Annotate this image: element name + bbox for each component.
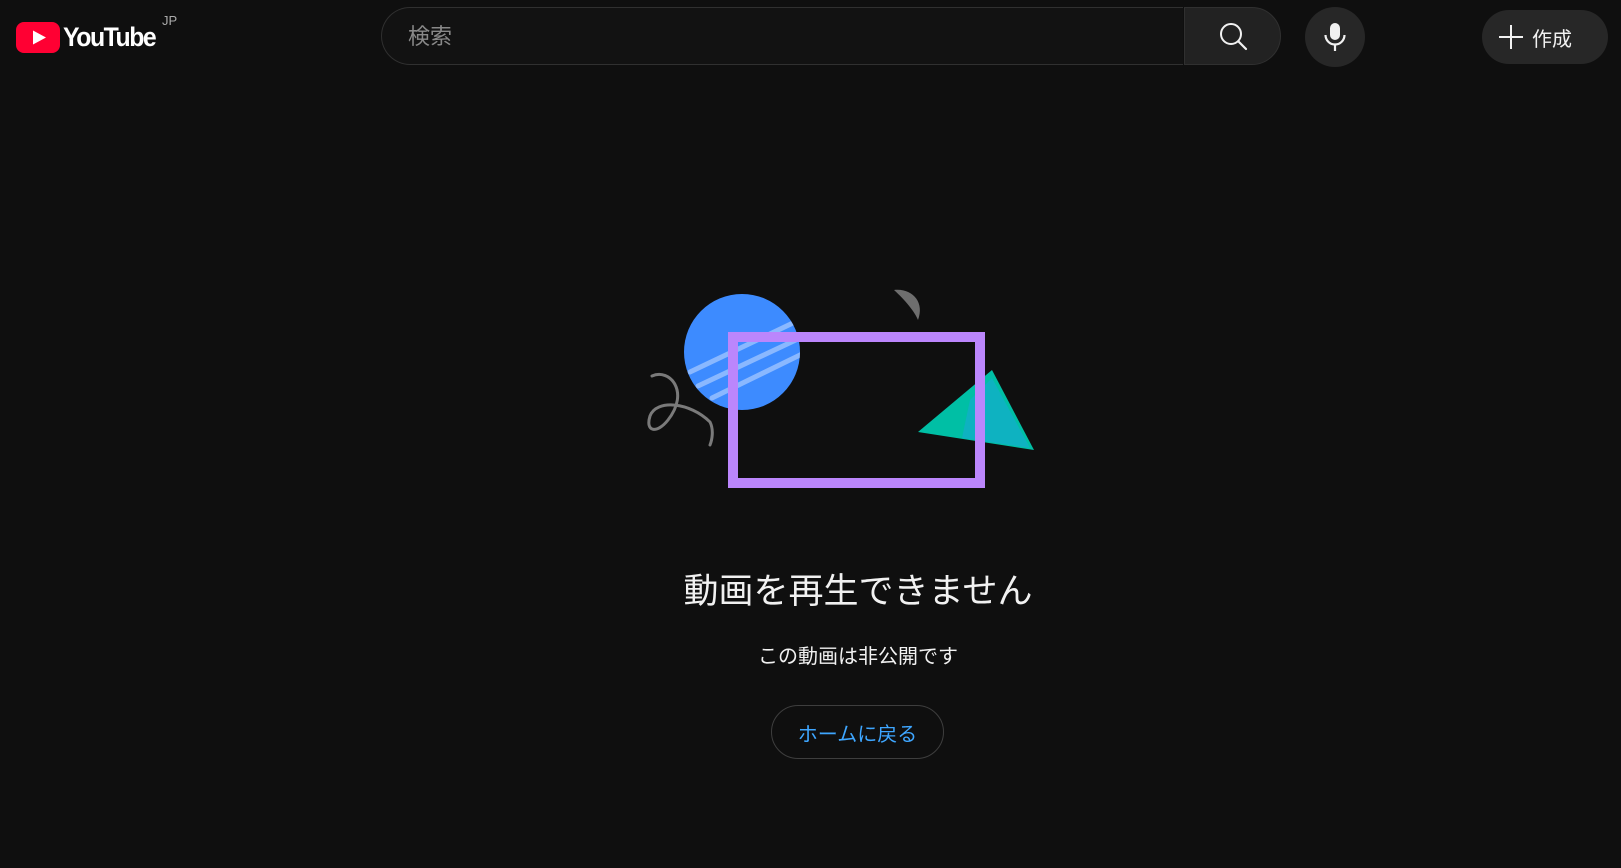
youtube-play-icon <box>16 21 60 53</box>
region-code: JP <box>162 13 178 28</box>
search-icon <box>1219 23 1247 51</box>
gray-halfmoon-shape <box>894 289 920 320</box>
error-title: 動画を再生できません <box>683 572 1033 612</box>
blue-circle-shape <box>684 294 800 410</box>
create-label: 作成 <box>1532 26 1572 51</box>
search-box <box>381 7 1183 66</box>
plus-icon <box>1498 24 1524 50</box>
home-button[interactable]: ホームに戻る <box>771 705 944 759</box>
masthead: YouTube JP 作成 <box>0 0 1621 74</box>
youtube-logo[interactable]: YouTube <box>16 20 163 54</box>
search-button[interactable] <box>1184 7 1281 65</box>
youtube-wordmark: YouTube <box>63 21 157 52</box>
unavailable-illustration <box>647 289 1034 488</box>
error-subtitle: この動画は非公開です <box>758 644 958 668</box>
create-button[interactable]: 作成 <box>1482 10 1608 64</box>
voice-search-button[interactable] <box>1305 7 1365 67</box>
search-input[interactable] <box>406 8 1170 66</box>
microphone-icon <box>1324 23 1346 51</box>
